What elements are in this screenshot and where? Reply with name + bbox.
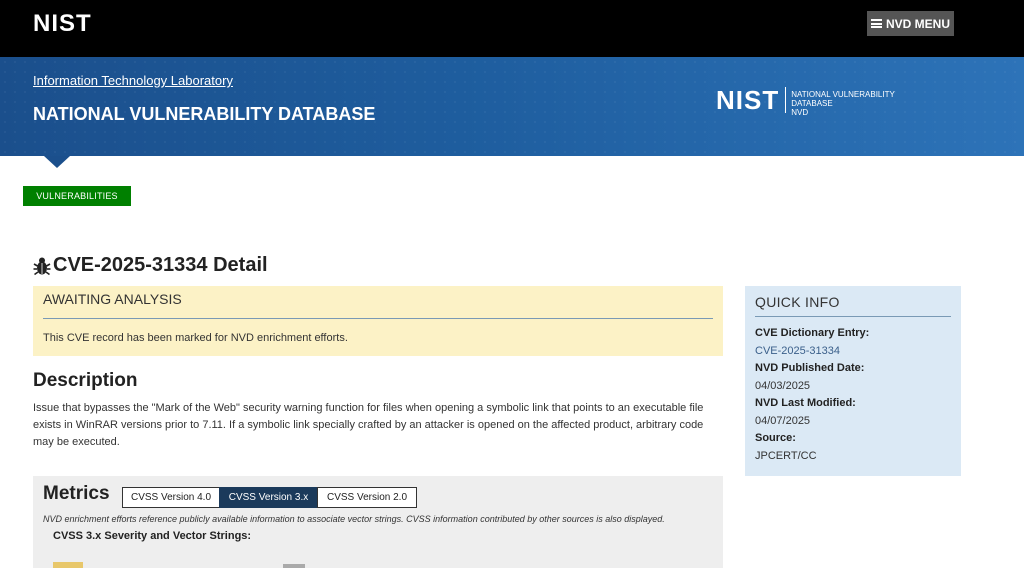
nvd-menu-button[interactable]: NVD MENU	[867, 11, 954, 36]
cvss-version-tabs: CVSS Version 4.0 CVSS Version 3.x CVSS V…	[122, 487, 417, 508]
banner-caret	[44, 156, 70, 168]
page-title: CVE-2025-31334 Detail	[33, 254, 268, 277]
bug-icon	[33, 257, 51, 275]
nvd-site-title[interactable]: NATIONAL VULNERABILITY DATABASE	[33, 104, 375, 125]
qi-label-source: Source:	[755, 432, 796, 444]
nvd-logo-line: NVD	[791, 108, 809, 117]
nvd-logo-line: NATIONAL VULNERABILITY	[791, 90, 895, 99]
cve-title-text: CVE-2025-31334 Detail	[53, 254, 268, 276]
quick-info-title: QUICK INFO	[755, 294, 840, 310]
qi-label-cve-entry: CVE Dictionary Entry:	[755, 327, 870, 339]
metrics-heading: Metrics	[43, 483, 110, 504]
status-notice: AWAITING ANALYSIS This CVE record has be…	[33, 286, 723, 356]
cvss-severity-heading: CVSS 3.x Severity and Vector Strings:	[53, 530, 252, 542]
quick-info-list: CVE Dictionary Entry: CVE-2025-31334 NVD…	[755, 325, 869, 465]
nist-logo[interactable]: NIST	[33, 12, 92, 36]
divider	[755, 316, 951, 317]
nvd-logo[interactable]: NIST NATIONAL VULNERABILITY DATABASE NVD	[716, 87, 895, 117]
metrics-panel: Metrics CVSS Version 4.0 CVSS Version 3.…	[33, 476, 723, 568]
qi-cve-link[interactable]: CVE-2025-31334	[755, 343, 869, 361]
description-text: Issue that bypasses the "Mark of the Web…	[33, 402, 704, 448]
nvd-logo-text: NATIONAL VULNERABILITY DATABASE NVD	[786, 90, 895, 117]
itl-link[interactable]: Information Technology Laboratory	[33, 73, 233, 88]
tab-cvss-3[interactable]: CVSS Version 3.x	[219, 487, 318, 508]
qi-published-date: 04/03/2025	[755, 379, 811, 392]
metrics-note: NVD enrichment efforts reference publicl…	[43, 514, 665, 524]
nist-logo-mark: NIST	[716, 87, 787, 113]
hamburger-menu-icon	[870, 19, 882, 28]
tab-cvss-2[interactable]: CVSS Version 2.0	[317, 487, 417, 508]
qi-source: JPCERT/CC	[755, 449, 817, 462]
nvd-menu-label: NVD MENU	[885, 16, 950, 31]
qi-modified-date: 04/07/2025	[755, 414, 811, 427]
status-title: AWAITING ANALYSIS	[43, 291, 182, 307]
source-icon	[53, 562, 83, 568]
vulnerabilities-button[interactable]: VULNERABILITIES	[23, 186, 131, 206]
description-heading: Description	[33, 370, 138, 391]
quick-info-panel: QUICK INFO CVE Dictionary Entry: CVE-202…	[745, 286, 961, 476]
tab-cvss-4[interactable]: CVSS Version 4.0	[122, 487, 220, 508]
site-banner: Information Technology Laboratory NATION…	[0, 57, 1024, 156]
status-text: This CVE record has been marked for NVD …	[43, 332, 348, 344]
qi-label-modified: NVD Last Modified:	[755, 397, 856, 409]
divider	[43, 318, 713, 319]
top-navigation-bar: NIST NVD MENU	[0, 0, 1024, 57]
nvd-logo-line: DATABASE	[791, 99, 833, 108]
score-badge	[283, 564, 305, 568]
qi-label-published: NVD Published Date:	[755, 362, 865, 374]
